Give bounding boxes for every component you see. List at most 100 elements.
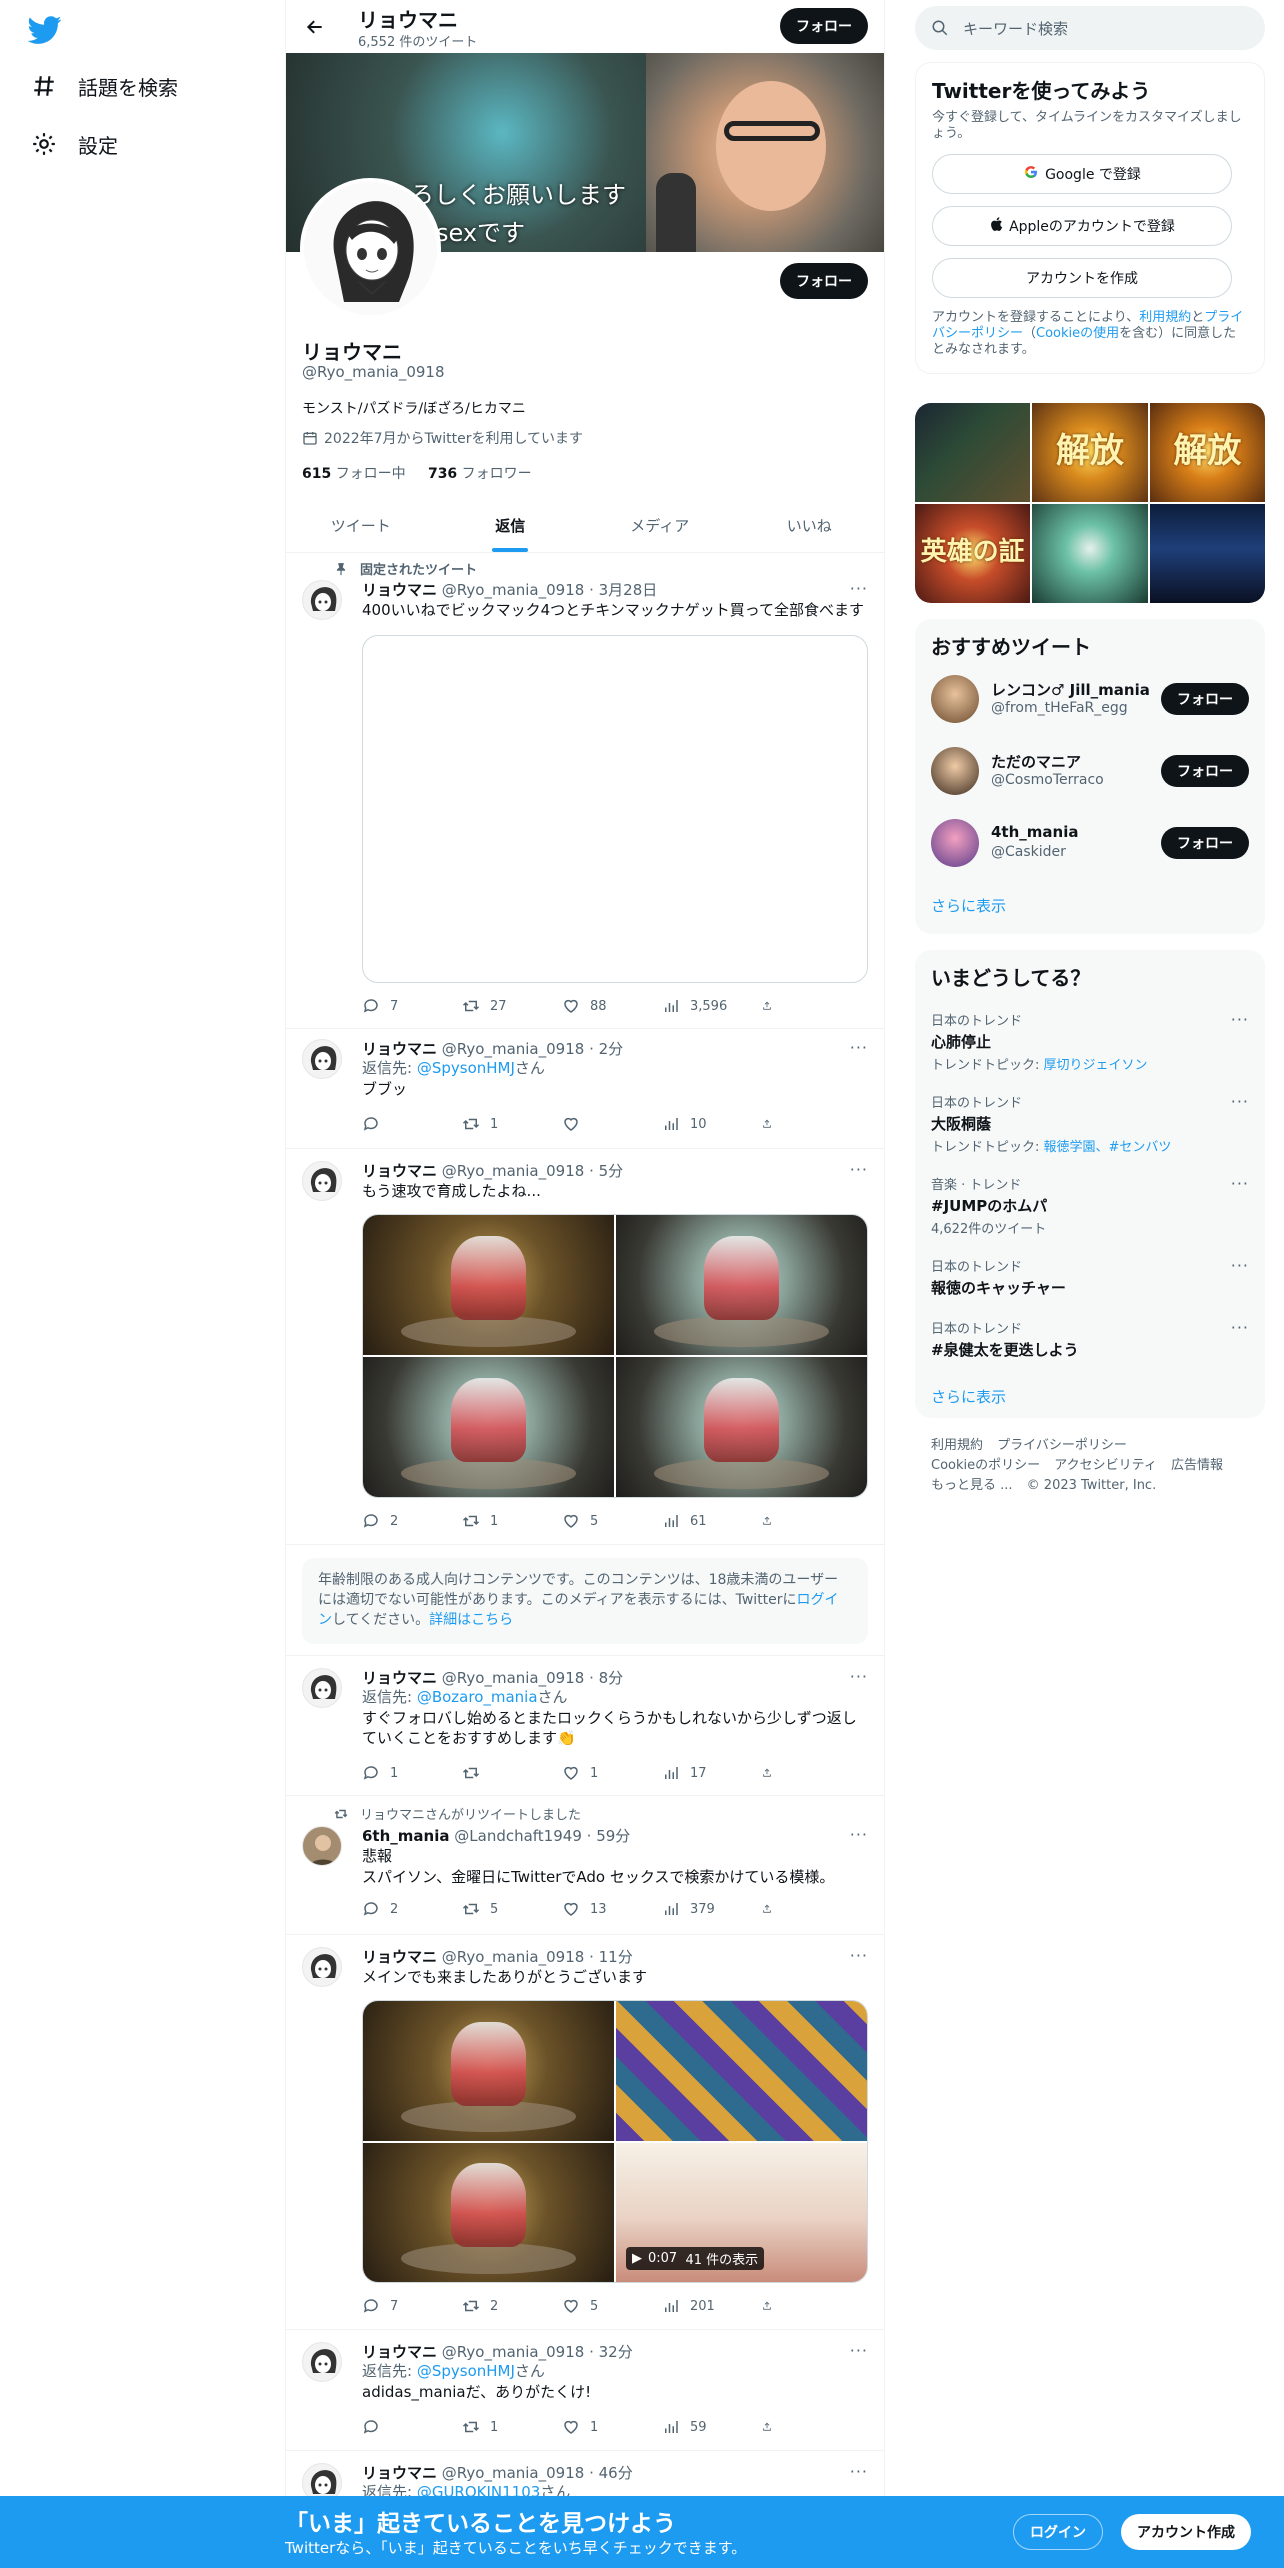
views-button[interactable]: 10	[662, 1114, 762, 1134]
like-button[interactable]: 13	[562, 1899, 662, 1919]
reco-follow-button[interactable]: フォロー	[1161, 827, 1249, 859]
tweet-image-3[interactable]	[363, 1357, 614, 1497]
tweet-with-media[interactable]: ··· リョウマニ @Ryo_mania_0918 · 11分 メインでも来まし…	[286, 1935, 884, 2330]
tweet-image-1[interactable]	[363, 2001, 614, 2141]
tweet-with-images[interactable]: ··· リョウマニ @Ryo_mania_0918 · 5分 もう速攻で育成した…	[286, 1149, 884, 1545]
tweet-author-name[interactable]: リョウマニ	[362, 2343, 437, 2361]
reply-button[interactable]: 1	[362, 1763, 462, 1783]
photo-thumb-4[interactable]: 英雄の証	[915, 504, 1031, 603]
retweet-context-label[interactable]: リョウマニさんがリツイートしました	[360, 1804, 581, 1823]
terms-link[interactable]: 利用規約	[1139, 310, 1191, 325]
footer-ads-info[interactable]: 広告情報	[1171, 1458, 1223, 1473]
tweet-retweeted[interactable]: リョウマニさんがリツイートしました ··· 6th_mania @Landcha…	[286, 1796, 884, 1935]
followers-link[interactable]: 736 フォロワー	[428, 466, 532, 482]
trend-item[interactable]: 日本のトレンド 報徳のキャッチャー ···	[931, 1256, 1249, 1298]
more-options-icon[interactable]: ···	[1231, 1318, 1249, 1337]
age-notice-details-link[interactable]: 詳細はこちら	[429, 1612, 513, 1628]
tweet-author-name[interactable]: リョウマニ	[362, 581, 437, 599]
share-button[interactable]	[762, 2417, 782, 2437]
nav-settings[interactable]: 設定	[28, 122, 118, 166]
more-options-icon[interactable]: ···	[1231, 1092, 1249, 1111]
tweet-time[interactable]: · 46分	[589, 2464, 633, 2482]
photo-thumb-2[interactable]: 解放	[1032, 403, 1148, 502]
header-follow-button[interactable]: フォロー	[780, 8, 868, 44]
tweet-author-name[interactable]: リョウマニ	[362, 1948, 437, 1966]
tweet-time[interactable]: · 32分	[589, 2343, 633, 2361]
retweet-button[interactable]: 2	[462, 2296, 562, 2316]
reco-show-more[interactable]: さらに表示	[931, 895, 1006, 916]
reply-to-link[interactable]: @Bozaro_mania	[417, 1688, 538, 1706]
reply-button[interactable]: 2	[362, 1511, 462, 1531]
tweet-time[interactable]: · 2分	[589, 1040, 623, 1058]
reco-follow-button[interactable]: フォロー	[1161, 755, 1249, 787]
trends-show-more[interactable]: さらに表示	[931, 1386, 1006, 1407]
twitter-logo-icon[interactable]	[27, 12, 62, 46]
views-button[interactable]: 3,596	[662, 996, 762, 1016]
tweet-image-2[interactable]	[616, 2001, 867, 2141]
footer-accessibility[interactable]: アクセシビリティ	[1054, 1458, 1157, 1473]
tweet-video[interactable]: ▶ 0:07 41 件の表示	[616, 2142, 867, 2282]
trend-item[interactable]: 日本のトレンド 心肺停止 トレンドトピック: 厚切りジェイソン ···	[931, 1010, 1249, 1073]
share-button[interactable]	[762, 996, 782, 1016]
trend-item[interactable]: 音楽 · トレンド #JUMPのホムパ 4,622件のツイート ···	[931, 1174, 1249, 1237]
reply-to-link[interactable]: @SpysonHMJ	[417, 2362, 515, 2380]
share-button[interactable]	[762, 1511, 782, 1531]
views-button[interactable]: 61	[662, 1511, 762, 1531]
like-button[interactable]: 1	[562, 2417, 662, 2437]
share-button[interactable]	[762, 1114, 782, 1134]
photo-thumb-5[interactable]	[1032, 504, 1148, 603]
like-button[interactable]: 5	[562, 1511, 662, 1531]
nav-explore[interactable]: 話題を検索	[28, 64, 178, 108]
tweet-time[interactable]: · 3月28日	[589, 581, 657, 599]
views-button[interactable]: 379	[662, 1899, 762, 1919]
following-link[interactable]: 615 フォロー中	[302, 466, 406, 482]
retweet-button[interactable]: 1	[462, 1114, 562, 1134]
search-input[interactable]: キーワード検索	[963, 18, 1068, 39]
tweet-media-placeholder[interactable]	[362, 635, 868, 983]
avatar[interactable]	[302, 1161, 342, 1201]
profile-follow-button[interactable]: フォロー	[780, 263, 868, 299]
footer-cookie[interactable]: Cookieのポリシー	[931, 1458, 1040, 1473]
retweet-button[interactable]: 1	[462, 1511, 562, 1531]
trend-topic[interactable]: 厚切りジェイソン	[1044, 1058, 1148, 1073]
tweet-pinned[interactable]: 固定されたツイート ··· リョウマニ @Ryo_mania_0918 · 3月…	[286, 553, 884, 1029]
tweet-author-name[interactable]: リョウマニ	[362, 1040, 437, 1058]
views-button[interactable]: 59	[662, 2417, 762, 2437]
reco-user[interactable]: 4th_mania @Caskider フォロー	[931, 817, 1249, 869]
tweet-image-3[interactable]	[363, 2142, 614, 2282]
cookie-link[interactable]: Cookieの使用	[1036, 326, 1119, 341]
photo-thumb-6[interactable]	[1149, 504, 1265, 603]
reply-button[interactable]: 7	[362, 996, 462, 1016]
views-button[interactable]: 17	[662, 1763, 762, 1783]
tweet-author-name[interactable]: リョウマニ	[362, 1669, 437, 1687]
trend-topic[interactable]: 報徳学園、#センバツ	[1044, 1140, 1172, 1155]
reply-button[interactable]	[362, 1114, 462, 1134]
more-options-icon[interactable]: ···	[1231, 1010, 1249, 1029]
tweet-time[interactable]: · 5分	[589, 1162, 623, 1180]
reco-follow-button[interactable]: フォロー	[1161, 683, 1249, 715]
more-options-icon[interactable]: ···	[1231, 1256, 1249, 1275]
reply-to-link[interactable]: @SpysonHMJ	[417, 1059, 515, 1077]
tweet-author-name[interactable]: リョウマニ	[362, 1162, 437, 1180]
tweet-reply[interactable]: ··· リョウマニ @Ryo_mania_0918 · 8分 返信先: @Boz…	[286, 1656, 884, 1796]
share-button[interactable]	[762, 1763, 782, 1783]
like-button[interactable]	[562, 1114, 662, 1134]
tab-replies[interactable]: 返信	[436, 500, 586, 552]
tab-media[interactable]: メディア	[585, 500, 735, 552]
footer-privacy[interactable]: プライバシーポリシー	[997, 1438, 1127, 1453]
google-signup-button[interactable]: Google で登録	[932, 154, 1232, 194]
reply-button[interactable]: 7	[362, 2296, 462, 2316]
tweet-author-name[interactable]: 6th_mania	[362, 1827, 449, 1845]
trend-item[interactable]: 日本のトレンド 大阪桐蔭 トレンドトピック: 報徳学園、#センバツ ···	[931, 1092, 1249, 1155]
reco-user[interactable]: ただのマニア @CosmoTerraco フォロー	[931, 745, 1249, 797]
tweet-reply[interactable]: ··· リョウマニ @Ryo_mania_0918 · 2分 返信先: @Spy…	[286, 1029, 884, 1149]
tab-likes[interactable]: いいね	[735, 500, 885, 552]
tweet-reply[interactable]: ··· リョウマニ @Ryo_mania_0918 · 32分 返信先: @Sp…	[286, 2330, 884, 2451]
like-button[interactable]: 5	[562, 2296, 662, 2316]
avatar[interactable]	[302, 580, 342, 620]
apple-signup-button[interactable]: Appleのアカウントで登録	[932, 206, 1232, 246]
like-button[interactable]: 1	[562, 1763, 662, 1783]
search-box[interactable]: キーワード検索	[915, 6, 1265, 50]
login-button[interactable]: ログイン	[1013, 2514, 1103, 2550]
tweet-image-1[interactable]	[363, 1215, 614, 1355]
